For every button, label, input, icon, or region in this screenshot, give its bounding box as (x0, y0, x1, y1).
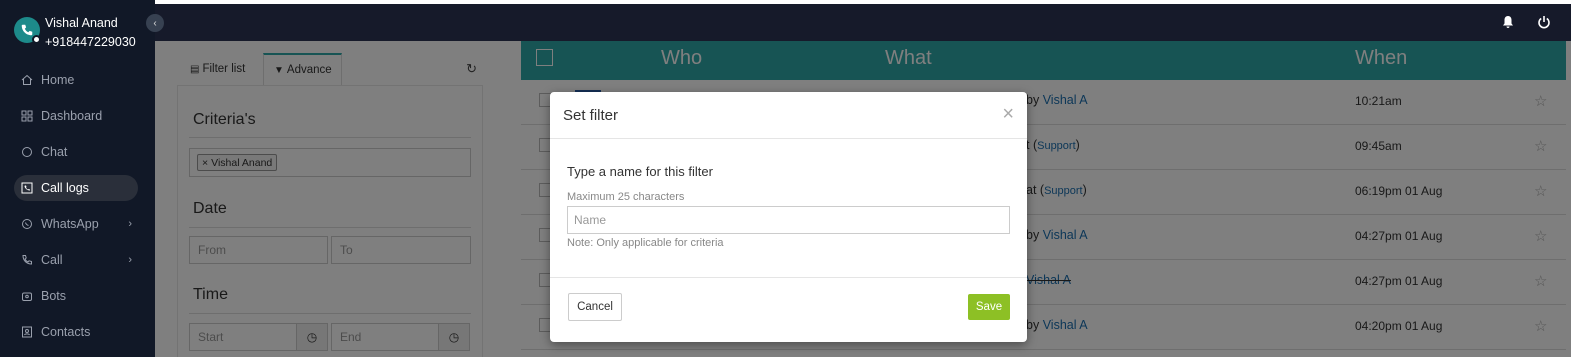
sidebar-item-label: Chat (41, 145, 68, 159)
chevron-right-icon: › (128, 254, 132, 266)
sidebar-item-bots[interactable]: Bots (14, 283, 138, 309)
sidebar-item-contacts[interactable]: Contacts (14, 319, 138, 345)
sidebar-item-call-logs[interactable]: Call logs (14, 175, 138, 201)
contacts-icon (21, 326, 33, 338)
cancel-button[interactable]: Cancel (568, 293, 622, 321)
bell-icon[interactable] (1501, 15, 1515, 29)
divider (550, 138, 1027, 139)
phone-icon (21, 24, 33, 36)
sidebar-item-label: Contacts (41, 325, 91, 339)
filter-name-input[interactable] (567, 206, 1010, 234)
sidebar-item-chat[interactable]: Chat (14, 139, 138, 165)
chat-icon (21, 146, 33, 158)
phone-icon (21, 254, 33, 266)
sidebar-item-label: Dashboard (41, 109, 103, 123)
user-profile[interactable]: Vishal Anand +918447229030 (0, 0, 155, 49)
sidebar-item-label: Call logs (41, 181, 89, 195)
dashboard-icon (21, 110, 33, 122)
sidebar-item-label: Call (41, 253, 63, 267)
sidebar-item-label: WhatsApp (41, 217, 99, 231)
power-icon[interactable] (1537, 15, 1551, 29)
sidebar-item-dashboard[interactable]: Dashboard (14, 103, 138, 129)
criteria-note: Note: Only applicable for criteria (567, 237, 724, 249)
call-logs-icon (21, 182, 33, 194)
sidebar-item-label: Home (41, 73, 75, 87)
save-button[interactable]: Save (968, 294, 1010, 320)
max-length-hint: Maximum 25 characters (567, 191, 685, 203)
bot-icon (21, 290, 33, 302)
close-icon[interactable]: × (1002, 104, 1014, 124)
sidebar-item-label: Bots (41, 289, 67, 303)
divider (550, 277, 1027, 278)
home-icon (21, 74, 33, 86)
status-badge (32, 35, 41, 44)
chevron-right-icon: › (128, 218, 132, 230)
sidebar-item-whatsapp[interactable]: WhatsApp › (14, 211, 138, 237)
filter-name-label: Type a name for this filter (567, 164, 713, 179)
collapse-sidebar-button[interactable]: ‹ (146, 14, 164, 32)
top-bar (155, 4, 1571, 41)
user-phone: +918447229030 (45, 35, 136, 49)
user-name: Vishal Anand (45, 16, 118, 30)
dialog-title: Set filter (563, 107, 619, 124)
sidebar-item-call[interactable]: Call › (14, 247, 138, 273)
sidebar-item-home[interactable]: Home (14, 67, 138, 93)
set-filter-dialog: Set filter × Type a name for this filter… (550, 92, 1027, 342)
whatsapp-icon (21, 218, 33, 230)
sidebar: Vishal Anand +918447229030 ‹ Home Dashbo… (0, 0, 164, 357)
